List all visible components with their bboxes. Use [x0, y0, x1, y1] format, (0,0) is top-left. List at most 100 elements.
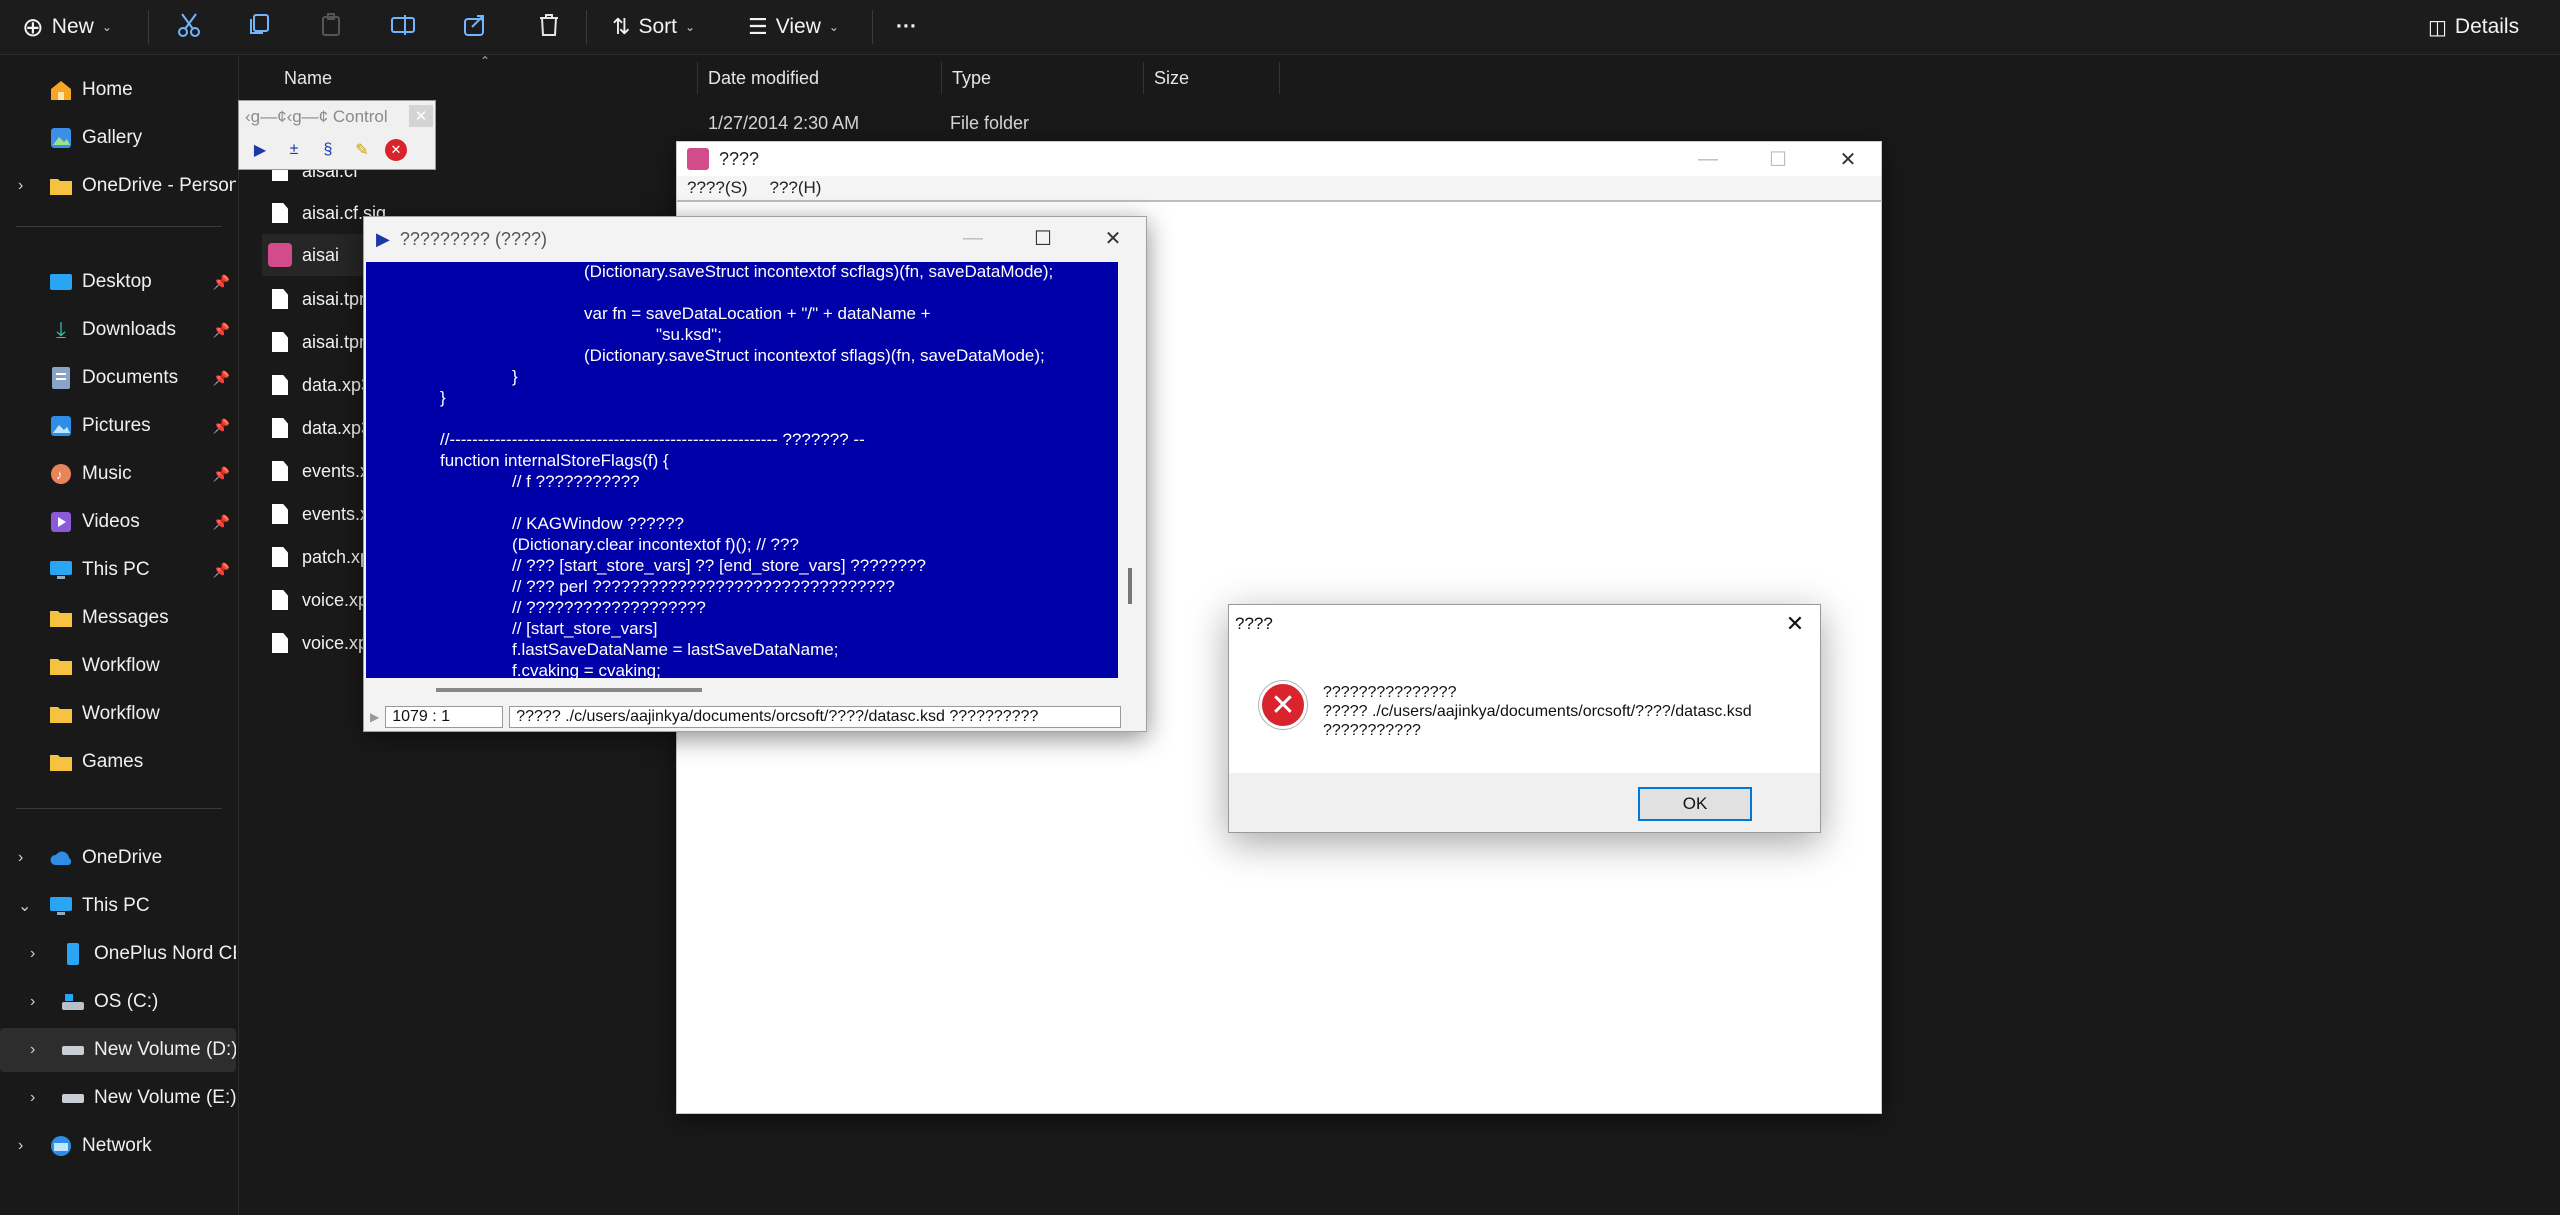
drive-icon: [60, 990, 86, 1014]
menu-item-s[interactable]: ????(S): [687, 178, 747, 198]
sidebar-item-new-volume-d[interactable]: › New Volume (D:): [0, 1028, 236, 1072]
new-label: New: [51, 15, 94, 38]
sidebar-item-label: This PC: [82, 895, 150, 916]
sidebar-item-downloads[interactable]: ⤓ Downloads 📌: [0, 308, 236, 352]
toolbar-divider: [586, 10, 587, 44]
vertical-scrollbar[interactable]: [1120, 262, 1144, 678]
view-button[interactable]: ☰ View ⌄: [748, 8, 839, 46]
details-button[interactable]: ◫ Details: [2428, 8, 2519, 46]
sidebar-item-label: New Volume (D:): [94, 1039, 236, 1060]
chevron-down-icon: ⌄: [18, 898, 32, 915]
file-row[interactable]: aisai.tpm: [262, 278, 374, 320]
file-row[interactable]: data.xp3: [262, 364, 371, 406]
skip-icon[interactable]: §: [315, 137, 341, 163]
control-title[interactable]: ‹g—¢‹g—¢ Control: [239, 101, 435, 133]
horizontal-scrollbar[interactable]: [366, 678, 1118, 700]
play-icon[interactable]: ▶: [370, 710, 379, 724]
more-options-button[interactable]: ···: [896, 8, 917, 46]
sidebar-item-this-pc[interactable]: ⌄ This PC: [0, 884, 236, 928]
sidebar-item-videos[interactable]: Videos 📌: [0, 500, 236, 544]
close-button[interactable]: ✕: [409, 105, 433, 127]
stop-icon[interactable]: ✕: [383, 137, 409, 163]
new-button[interactable]: ⊕ New ⌄: [22, 8, 112, 46]
script-editor-window: ▶ ????????? (????) — ☐ ✕ (Dictionary.sav…: [363, 216, 1147, 732]
sidebar-item-home[interactable]: Home: [0, 68, 236, 112]
sidebar-item-documents[interactable]: Documents 📌: [0, 356, 236, 400]
sidebar-item-new-volume-e[interactable]: › New Volume (E:): [0, 1076, 236, 1120]
file-icon: [272, 590, 288, 610]
file-row[interactable]: voice.xp: [262, 622, 368, 664]
column-header-date[interactable]: Date modified: [698, 62, 942, 94]
app-icon: [268, 243, 292, 267]
minimize-button[interactable]: —: [1673, 142, 1743, 176]
folder-icon: [48, 174, 74, 198]
chevron-down-icon: ⌄: [101, 20, 112, 34]
sidebar-item-gallery[interactable]: Gallery: [0, 116, 236, 160]
sidebar-item-label: Videos: [82, 511, 140, 532]
file-row[interactable]: patch.xp: [262, 536, 370, 578]
close-button[interactable]: ✕: [1813, 142, 1883, 176]
sidebar-item-workflow[interactable]: Workflow: [0, 644, 236, 688]
sidebar-item-os-c[interactable]: › OS (C:): [0, 980, 236, 1024]
sidebar-item-label: Documents: [82, 367, 179, 388]
play-icon[interactable]: ▶: [247, 137, 273, 163]
sidebar-item-onedrive[interactable]: › OneDrive: [0, 836, 236, 880]
chevron-right-icon: ›: [18, 177, 24, 194]
home-icon: [48, 78, 74, 102]
folder-icon: [48, 606, 74, 630]
sidebar-item-oneplus[interactable]: › OnePlus Nord CE: [0, 932, 236, 976]
delete-icon[interactable]: [534, 10, 564, 40]
column-label: Date modified: [708, 67, 820, 88]
sidebar-item-messages[interactable]: Messages: [0, 596, 236, 640]
chevron-right-icon: ›: [18, 849, 24, 866]
column-header-size[interactable]: Size: [1144, 62, 1280, 94]
copy-icon[interactable]: [244, 10, 274, 40]
share-icon[interactable]: [460, 10, 490, 40]
paste-icon[interactable]: [316, 10, 346, 40]
error-message: ??????????????? ????? ./c/users/aajinkya…: [1323, 683, 1752, 740]
sort-icon: ⇅: [612, 14, 631, 39]
drive-icon: [60, 1038, 86, 1062]
maximize-button[interactable]: ☐: [1008, 221, 1078, 255]
scrollbar-thumb[interactable]: [436, 688, 702, 692]
cut-icon[interactable]: [174, 10, 204, 40]
rename-icon[interactable]: [388, 10, 418, 40]
debug-icon[interactable]: ✎: [349, 137, 375, 163]
file-row[interactable]: aisai.tpm: [262, 321, 374, 363]
file-icon: [272, 633, 288, 653]
sort-button[interactable]: ⇅ Sort ⌄: [612, 8, 695, 46]
file-row[interactable]: voice.xp: [262, 579, 368, 621]
cloud-icon: [48, 846, 74, 870]
sidebar-item-this-pc-pinned[interactable]: This PC 📌: [0, 548, 236, 592]
sidebar-item-desktop[interactable]: Desktop 📌: [0, 260, 236, 304]
status-message: ????? ./c/users/aajinkya/documents/orcso…: [509, 706, 1122, 728]
close-button[interactable]: ✕: [1782, 611, 1808, 637]
sidebar-item-network[interactable]: › Network: [0, 1124, 236, 1168]
sidebar-item-games[interactable]: Games: [0, 740, 236, 784]
file-row[interactable]: data.xp3: [262, 407, 371, 449]
ok-button[interactable]: OK: [1638, 787, 1752, 821]
close-button[interactable]: ✕: [1078, 221, 1148, 255]
menu-bar: ????(S) ???(H): [677, 176, 1881, 202]
sidebar-item-pictures[interactable]: Pictures 📌: [0, 404, 236, 448]
sidebar-item-workflow[interactable]: Workflow: [0, 692, 236, 736]
sidebar-item-label: Downloads: [82, 319, 176, 340]
drive-icon: [60, 1086, 86, 1110]
scrollbar-thumb[interactable]: [1128, 568, 1132, 604]
menu-item-h[interactable]: ???(H): [769, 178, 821, 198]
file-row[interactable]: events.xp: [262, 450, 379, 492]
maximize-button[interactable]: ☐: [1743, 142, 1813, 176]
sidebar-item-music[interactable]: ♪ Music 📌: [0, 452, 236, 496]
chevron-right-icon: ›: [18, 1137, 24, 1154]
file-icon: [272, 547, 288, 567]
file-row[interactable]: events.xp: [262, 493, 379, 535]
sidebar-item-onedrive-personal[interactable]: › OneDrive - Persona: [0, 164, 236, 208]
file-name: data.xp3: [302, 417, 372, 438]
column-header-type[interactable]: Type: [942, 62, 1144, 94]
folder-icon: [48, 702, 74, 726]
code-area[interactable]: (Dictionary.saveStruct incontextof scfla…: [366, 262, 1118, 678]
minimize-button[interactable]: —: [938, 221, 1008, 255]
step-icon[interactable]: ±: [281, 137, 307, 163]
sidebar-item-label: Network: [82, 1135, 152, 1156]
pin-icon: 📌: [212, 465, 230, 482]
